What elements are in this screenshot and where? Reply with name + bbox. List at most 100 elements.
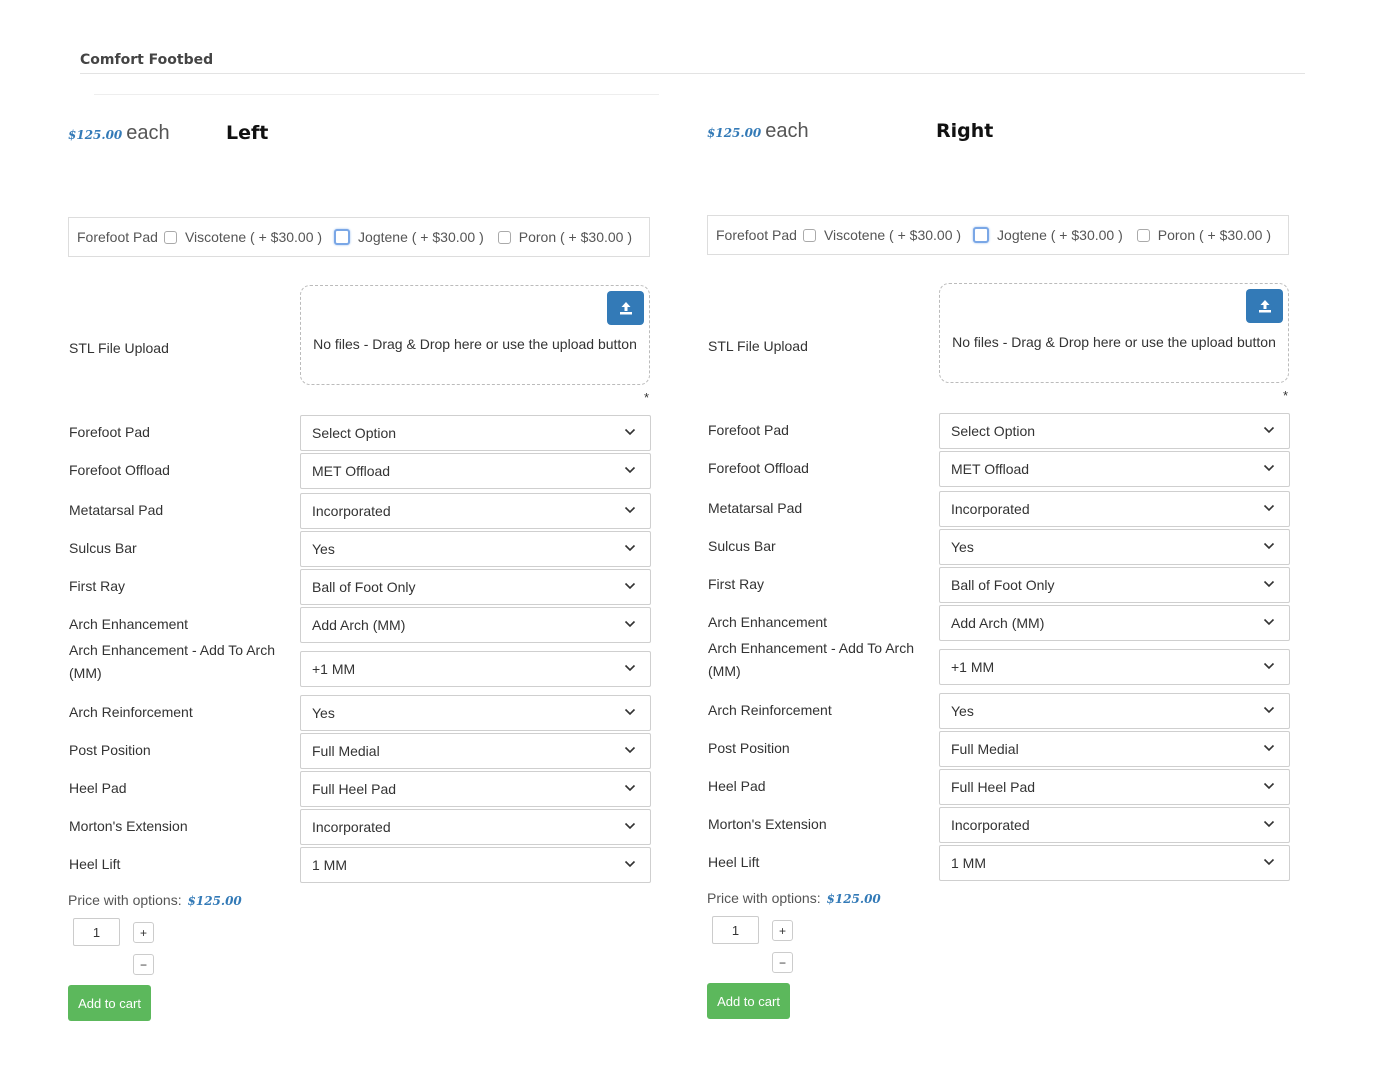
- chevron-down-icon: [624, 544, 636, 552]
- option-label: Sulcus Bar: [69, 540, 137, 556]
- option-select[interactable]: Full Heel Pad: [300, 771, 651, 807]
- option-select[interactable]: Incorporated: [300, 809, 651, 845]
- viscotene-option[interactable]: Viscotene ( + $30.00 ): [163, 229, 322, 245]
- quantity-plus-button[interactable]: +: [772, 920, 793, 941]
- unit-price-amount: $125.00: [707, 126, 762, 140]
- option-select[interactable]: Incorporated: [939, 491, 1290, 527]
- dropzone-text: No files - Drag & Drop here or use the u…: [952, 334, 1276, 350]
- jogtene-option[interactable]: Jogtene ( + $30.00 ): [973, 227, 1123, 243]
- forefoot-pad-group-label: Forefoot Pad: [77, 229, 158, 245]
- option-select-value: Yes: [951, 539, 974, 555]
- jogtene-checkbox[interactable]: [973, 227, 990, 243]
- option-select[interactable]: Add Arch (MM): [939, 605, 1290, 641]
- poron-option[interactable]: Poron ( + $30.00 ): [1136, 227, 1271, 243]
- viscotene-checkbox[interactable]: [163, 230, 177, 244]
- chevron-down-icon: [624, 582, 636, 590]
- jogtene-option[interactable]: Jogtene ( + $30.00 ): [334, 229, 484, 245]
- chevron-down-icon: [624, 466, 636, 474]
- stl-dropzone[interactable]: No files - Drag & Drop here or use the u…: [300, 285, 650, 385]
- option-select[interactable]: Yes: [300, 695, 651, 731]
- chevron-down-icon: [1263, 820, 1275, 828]
- option-select[interactable]: Full Medial: [300, 733, 651, 769]
- option-select[interactable]: Yes: [939, 693, 1290, 729]
- option-select-value: Yes: [312, 705, 335, 721]
- chevron-down-icon: [624, 428, 636, 436]
- option-select[interactable]: 1 MM: [939, 845, 1290, 881]
- poron-label: Poron ( + $30.00 ): [518, 229, 632, 245]
- option-select-value: Ball of Foot Only: [312, 579, 416, 595]
- add-to-cart-button[interactable]: Add to cart: [68, 985, 151, 1021]
- option-label: Forefoot Offload: [708, 460, 809, 476]
- option-select[interactable]: Yes: [300, 531, 651, 567]
- price-with-options-label: Price with options:: [707, 890, 821, 906]
- chevron-down-icon: [1263, 580, 1275, 588]
- option-label: Arch Enhancement: [708, 614, 828, 630]
- quantity-minus-button[interactable]: −: [772, 952, 793, 973]
- option-select[interactable]: MET Offload: [939, 451, 1290, 487]
- option-select[interactable]: Incorporated: [939, 807, 1290, 843]
- option-select[interactable]: 1 MM: [300, 847, 651, 883]
- chevron-down-icon: [624, 860, 636, 868]
- option-label: Forefoot Pad: [69, 424, 150, 440]
- option-label: Arch Reinforcement: [708, 702, 832, 718]
- option-select[interactable]: Select Option: [300, 415, 651, 451]
- poron-checkbox[interactable]: [1136, 228, 1150, 242]
- viscotene-checkbox[interactable]: [802, 228, 816, 242]
- option-select-value: Full Medial: [312, 743, 380, 759]
- upload-icon: [619, 302, 632, 315]
- upload-button[interactable]: [1246, 289, 1283, 323]
- option-label: Metatarsal Pad: [69, 502, 164, 518]
- option-select-value: Incorporated: [312, 819, 391, 835]
- quantity-plus-button[interactable]: +: [133, 922, 154, 943]
- option-select[interactable]: Full Medial: [939, 731, 1290, 767]
- chevron-down-icon: [624, 784, 636, 792]
- option-select[interactable]: Yes: [939, 529, 1290, 565]
- price-with-options-label: Price with options:: [68, 892, 182, 908]
- option-select[interactable]: Select Option: [939, 413, 1290, 449]
- quantity-input[interactable]: 1: [712, 916, 759, 944]
- jogtene-checkbox[interactable]: [334, 229, 351, 245]
- option-select-value: Incorporated: [951, 817, 1030, 833]
- viscotene-option[interactable]: Viscotene ( + $30.00 ): [802, 227, 961, 243]
- jogtene-label: Jogtene ( + $30.00 ): [997, 227, 1123, 243]
- quantity-minus-button[interactable]: −: [133, 954, 154, 975]
- poron-option[interactable]: Poron ( + $30.00 ): [497, 229, 632, 245]
- option-select[interactable]: Full Heel Pad: [939, 769, 1290, 805]
- unit-price: $125.00 each: [707, 120, 809, 143]
- option-select[interactable]: +1 MM: [939, 649, 1290, 685]
- option-label: Heel Pad: [69, 780, 127, 796]
- stl-upload-label: STL File Upload: [708, 338, 808, 354]
- unit-price-amount: $125.00: [68, 128, 123, 142]
- option-select-value: Ball of Foot Only: [951, 577, 1055, 593]
- option-select[interactable]: Incorporated: [300, 493, 651, 529]
- option-label: Heel Lift: [69, 856, 121, 872]
- upload-button[interactable]: [607, 291, 644, 325]
- required-indicator: *: [644, 390, 650, 405]
- unit-price-each: each: [765, 120, 809, 142]
- poron-checkbox[interactable]: [497, 230, 511, 244]
- chevron-down-icon: [1263, 426, 1275, 434]
- quantity-input[interactable]: 1: [73, 918, 120, 946]
- option-label: Post Position: [708, 740, 790, 756]
- option-label: Morton's Extension: [708, 816, 827, 832]
- stl-dropzone[interactable]: No files - Drag & Drop here or use the u…: [939, 283, 1289, 383]
- option-select[interactable]: Ball of Foot Only: [300, 569, 651, 605]
- add-to-cart-button[interactable]: Add to cart: [707, 983, 790, 1019]
- option-select[interactable]: MET Offload: [300, 453, 651, 489]
- option-label: Forefoot Offload: [69, 462, 170, 478]
- right-product-panel: $125.00 each Right Forefoot Pad Viscotene…: [707, 120, 1307, 1019]
- chevron-down-icon: [1263, 782, 1275, 790]
- option-select[interactable]: Add Arch (MM): [300, 607, 651, 643]
- price-with-options-amount: $125.00: [187, 894, 242, 908]
- chevron-down-icon: [1263, 744, 1275, 752]
- chevron-down-icon: [1263, 504, 1275, 512]
- forefoot-pad-group-label: Forefoot Pad: [716, 227, 797, 243]
- option-select-value: Yes: [312, 541, 335, 557]
- option-label: Metatarsal Pad: [708, 500, 803, 516]
- option-select-value: Full Heel Pad: [951, 779, 1036, 795]
- option-label: Arch Enhancement - Add To Arch (MM): [69, 642, 275, 681]
- upload-icon: [1258, 300, 1271, 313]
- option-select[interactable]: Ball of Foot Only: [939, 567, 1290, 603]
- option-label: Morton's Extension: [69, 818, 188, 834]
- option-select[interactable]: +1 MM: [300, 651, 651, 687]
